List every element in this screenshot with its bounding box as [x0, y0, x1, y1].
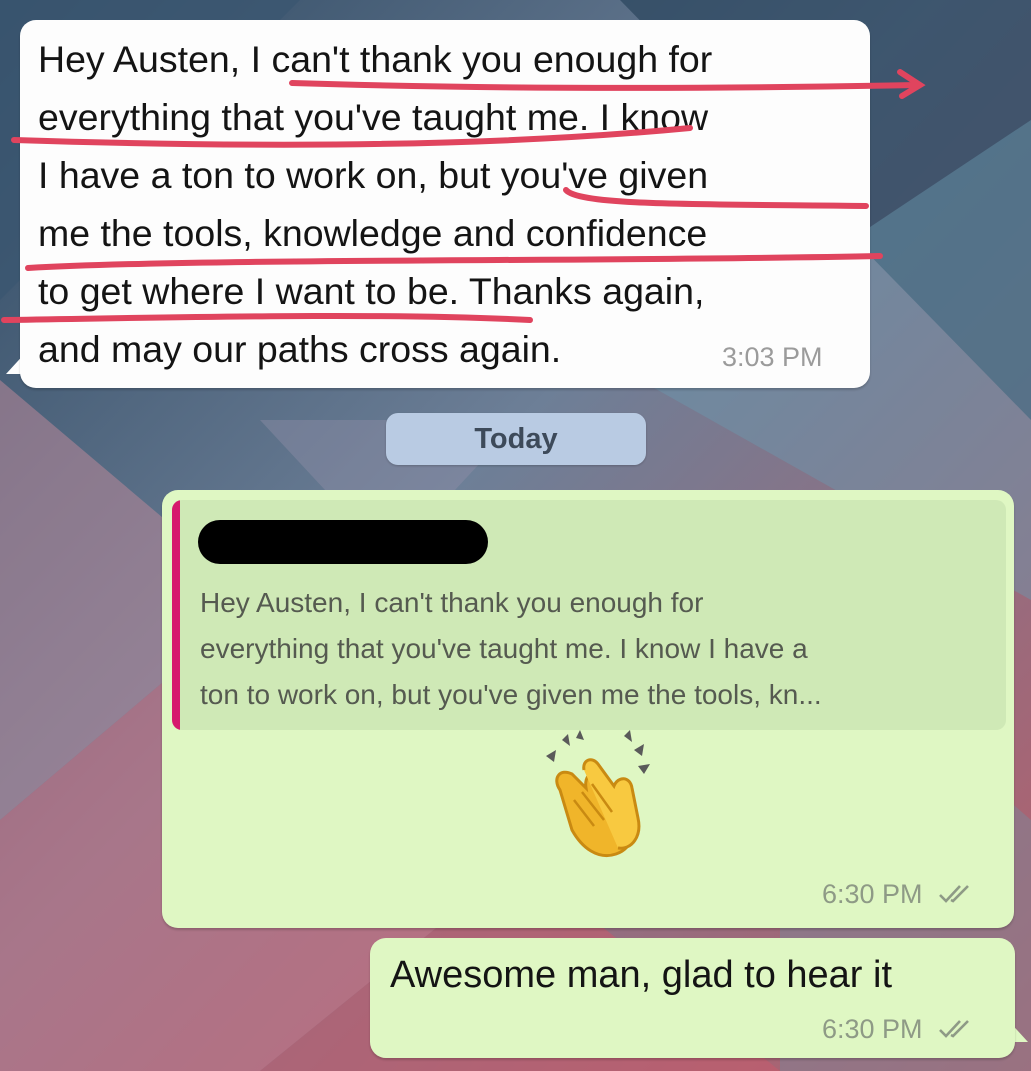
incoming-message-time: 3:03 PM — [722, 342, 823, 372]
second-reply-bubble[interactable]: Awesome man, glad to hear it 6:30 PM — [370, 938, 1015, 1058]
reply-message-meta: 6:30 PM — [822, 879, 974, 910]
reply-message-bubble[interactable]: Hey Austen, I can't thank you enough for… — [162, 490, 1014, 928]
incoming-message-text: Hey Austen, I can't thank you enough for… — [38, 38, 713, 370]
quoted-message-text: Hey Austen, I can't thank you enough for… — [200, 587, 822, 710]
double-check-icon — [939, 885, 969, 903]
quoted-message[interactable]: Hey Austen, I can't thank you enough for… — [172, 500, 1006, 730]
redacted-author-name — [198, 520, 488, 564]
reply-message-time: 6:30 PM — [822, 879, 923, 909]
second-reply-time: 6:30 PM — [822, 1014, 923, 1044]
quote-accent-bar — [172, 500, 180, 730]
second-reply-text: Awesome man, glad to hear it — [390, 954, 893, 996]
date-divider: Today — [386, 413, 646, 465]
clapping-hands-icon — [546, 730, 650, 857]
second-reply-meta: 6:30 PM — [822, 1014, 974, 1045]
double-check-icon — [939, 1020, 969, 1038]
